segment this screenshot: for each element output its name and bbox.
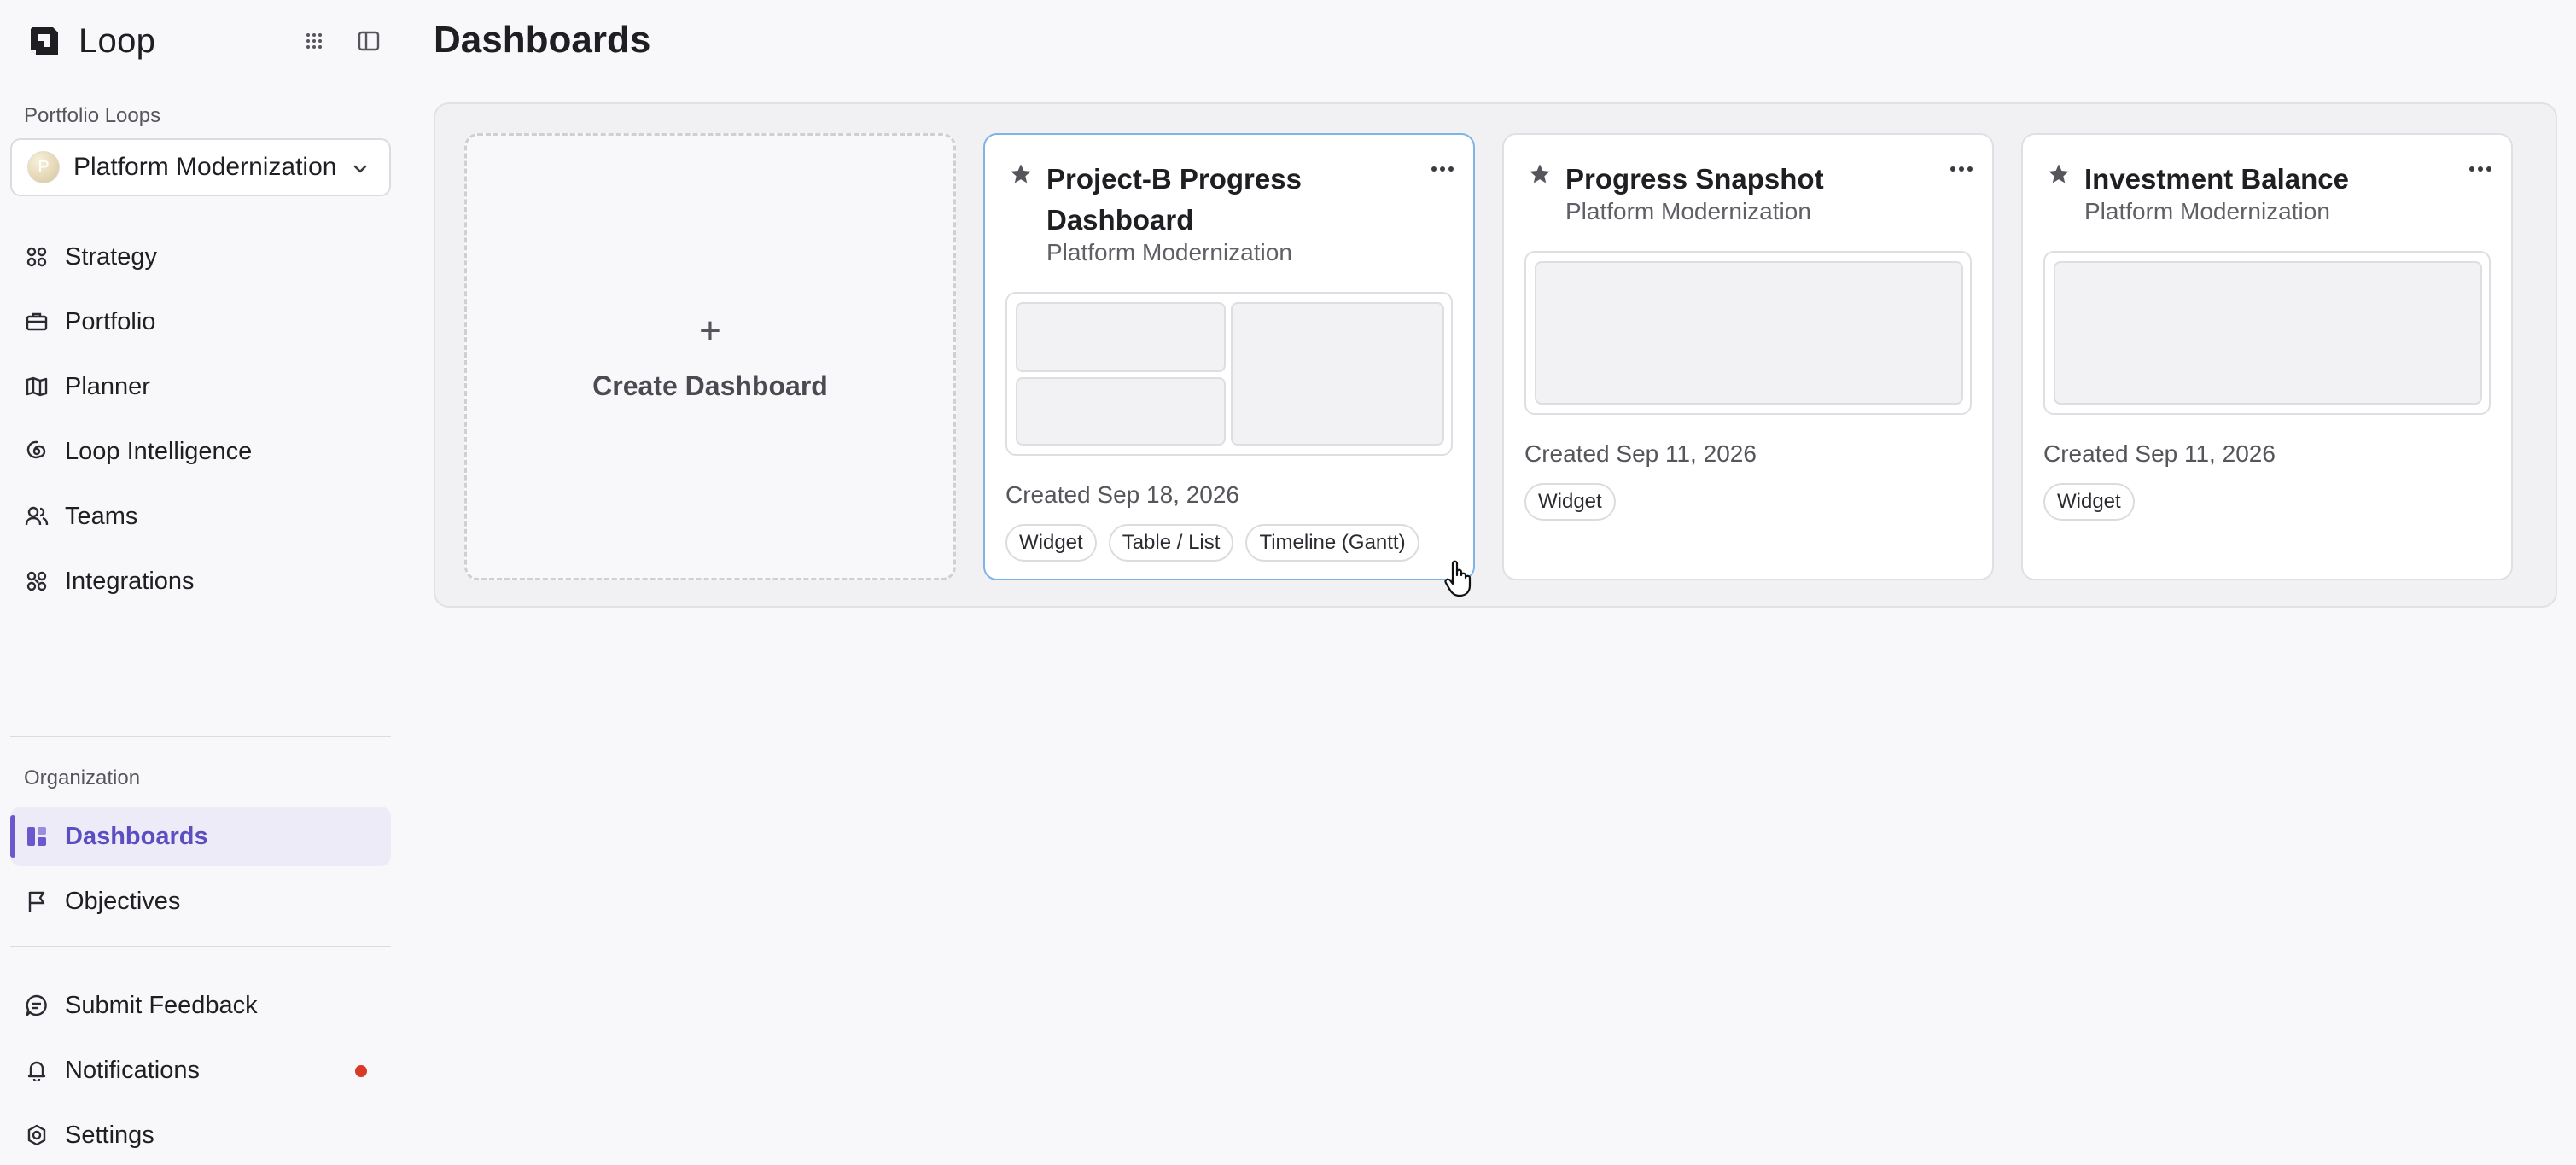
dashboard-title[interactable]: Investment Balance xyxy=(2084,159,2443,200)
apps-grid-icon[interactable] xyxy=(297,24,331,58)
chevron-down-icon xyxy=(353,165,367,173)
dashboard-subtitle: Platform Modernization xyxy=(1565,198,1811,224)
sidebar-item-integrations[interactable]: Integrations xyxy=(10,551,391,611)
dashboard-preview xyxy=(1005,292,1453,456)
star-icon[interactable] xyxy=(1528,162,1552,186)
sidebar-item-strategy[interactable]: Strategy xyxy=(10,227,391,287)
sidebar-item-objectives[interactable]: Objectives xyxy=(10,871,391,931)
sidebar-item-label: Integrations xyxy=(65,567,195,595)
sidebar-item-submit-feedback[interactable]: Submit Feedback xyxy=(10,976,391,1035)
dashboard-preview xyxy=(1524,251,1972,415)
tag-list: Widget xyxy=(2043,483,2147,521)
page-title: Dashboards xyxy=(434,19,651,61)
dashboard-preview xyxy=(2043,251,2491,415)
spiral-icon xyxy=(24,439,50,464)
sidebar-item-notifications[interactable]: Notifications xyxy=(10,1040,391,1100)
preview-placeholder xyxy=(1016,377,1226,446)
dashboard-title[interactable]: Progress Snapshot xyxy=(1565,159,1924,200)
portfolio-selector-value: Platform Modernization xyxy=(73,153,337,181)
tag-badge: Table / List xyxy=(1108,524,1234,562)
sidebar-divider xyxy=(10,736,391,737)
notification-badge xyxy=(355,1065,367,1077)
bell-icon xyxy=(24,1057,50,1083)
create-dashboard-card[interactable]: + Create Dashboard xyxy=(464,133,956,580)
more-options-icon[interactable] xyxy=(2467,159,2494,179)
users-icon xyxy=(24,504,50,529)
dashboard-icon xyxy=(24,824,50,849)
tag-list: Widget Table / List Timeline (Gantt) xyxy=(1005,524,1431,562)
sidebar-item-teams[interactable]: Teams xyxy=(10,486,391,546)
sidebar-divider xyxy=(10,946,391,947)
sidebar-item-label: Teams xyxy=(65,502,138,530)
tag-list: Widget xyxy=(1524,483,1628,521)
sidebar-item-dashboards[interactable]: Dashboards xyxy=(10,807,391,866)
map-icon xyxy=(24,374,50,399)
tag-badge: Widget xyxy=(1005,524,1097,562)
toggle-sidebar-icon[interactable] xyxy=(352,24,386,58)
plus-icon: + xyxy=(699,309,721,352)
create-dashboard-label: Create Dashboard xyxy=(592,370,828,401)
preview-placeholder xyxy=(1016,302,1226,372)
sidebar-item-label: Portfolio xyxy=(65,307,156,335)
sidebar-item-settings[interactable]: Settings xyxy=(10,1105,391,1165)
loop-logo-icon xyxy=(31,27,58,55)
tag-badge: Widget xyxy=(2043,483,2135,521)
more-options-icon[interactable] xyxy=(1948,159,1975,179)
sidebar-item-label: Dashboards xyxy=(65,822,208,850)
sidebar: Loop Portfolio Loops P Platform Moderniz… xyxy=(0,0,401,1162)
more-options-icon[interactable] xyxy=(1429,159,1456,179)
star-icon[interactable] xyxy=(2047,162,2071,186)
integrations-icon xyxy=(24,568,50,594)
portfolio-loops-label: Portfolio Loops xyxy=(24,104,161,127)
dashboard-card[interactable]: Progress Snapshot Platform Modernization… xyxy=(1502,133,1994,580)
tag-badge: Timeline (Gantt) xyxy=(1245,524,1419,562)
tag-badge: Widget xyxy=(1524,483,1616,521)
created-date: Created Sep 18, 2026 xyxy=(1005,481,1239,508)
preview-placeholder xyxy=(1535,261,1963,405)
feedback-icon xyxy=(24,993,50,1018)
sidebar-item-label: Strategy xyxy=(65,242,157,271)
sidebar-item-label: Notifications xyxy=(65,1056,200,1084)
flag-icon xyxy=(24,888,50,914)
created-date: Created Sep 11, 2026 xyxy=(1524,440,1757,467)
sidebar-item-planner[interactable]: Planner xyxy=(10,357,391,416)
dashboard-title[interactable]: Project-B Progress Dashboard xyxy=(1046,159,1405,241)
dashboards-grid: + Create Dashboard Project-B Progress Da… xyxy=(434,102,2557,608)
app-name: Loop xyxy=(79,21,156,60)
dashboard-subtitle: Platform Modernization xyxy=(2084,198,2330,224)
brand[interactable]: Loop xyxy=(24,19,155,63)
dashboard-card[interactable]: Investment Balance Platform Modernizatio… xyxy=(2021,133,2513,580)
organization-label: Organization xyxy=(24,766,141,789)
sidebar-item-label: Loop Intelligence xyxy=(65,437,253,465)
sidebar-item-loop-intelligence[interactable]: Loop Intelligence xyxy=(10,422,391,481)
dashboard-subtitle: Platform Modernization xyxy=(1046,239,1292,265)
star-icon[interactable] xyxy=(1009,162,1033,186)
portfolio-selector[interactable]: P Platform Modernization xyxy=(10,138,391,196)
preview-placeholder xyxy=(2054,261,2482,405)
sidebar-item-label: Objectives xyxy=(65,887,181,915)
briefcase-icon xyxy=(24,309,50,335)
strategy-icon xyxy=(24,244,50,270)
portfolio-avatar: P xyxy=(27,151,60,183)
created-date: Created Sep 11, 2026 xyxy=(2043,440,2276,467)
sidebar-item-label: Settings xyxy=(65,1121,154,1149)
sidebar-item-label: Submit Feedback xyxy=(65,991,258,1019)
hand-cursor-icon xyxy=(1444,560,1472,597)
dashboard-card[interactable]: Project-B Progress Dashboard Platform Mo… xyxy=(983,133,1475,580)
sidebar-item-portfolio[interactable]: Portfolio xyxy=(10,292,391,352)
preview-placeholder xyxy=(1231,302,1444,446)
gear-icon xyxy=(24,1122,50,1148)
sidebar-item-label: Planner xyxy=(65,372,150,400)
